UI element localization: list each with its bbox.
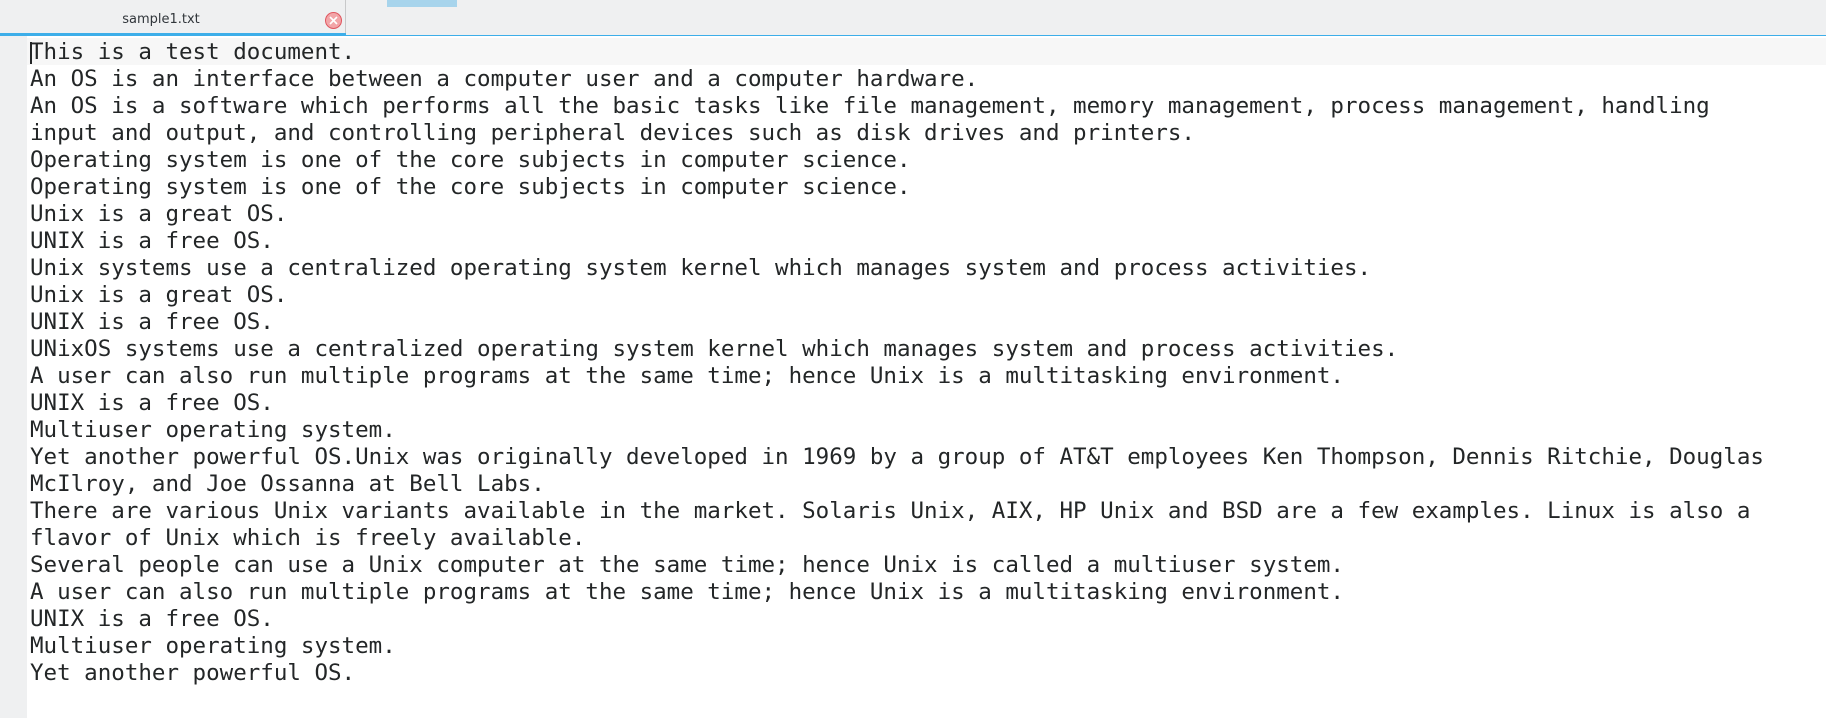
editor-gutter [0, 36, 27, 718]
tab-bar: sample1.txt [0, 0, 1826, 36]
document-line[interactable]: Several people can use a Unix computer a… [30, 552, 1820, 579]
text-editor[interactable]: This is a test document. An OS is an inte… [0, 36, 1826, 718]
tab-label: sample1.txt [122, 12, 200, 27]
document-line[interactable]: Operating system is one of the core subj… [30, 147, 1820, 174]
document-line[interactable]: Yet another powerful OS. [30, 660, 1820, 687]
close-tab-button[interactable] [325, 12, 342, 29]
document-line[interactable]: This is a test document. [30, 39, 1820, 66]
document-line[interactable]: UNIX is a free OS. [30, 606, 1820, 633]
document-line[interactable]: A user can also run multiple programs at… [30, 579, 1820, 606]
document-line[interactable]: UNIX is a free OS. [30, 228, 1820, 255]
document-line[interactable]: There are various Unix variants availabl… [30, 498, 1820, 525]
document-line[interactable]: UNixOS systems use a centralized operati… [30, 336, 1820, 363]
document-text[interactable]: This is a test document. An OS is an inte… [30, 39, 1820, 687]
document-line[interactable]: UNIX is a free OS. [30, 309, 1820, 336]
document-line[interactable]: UNIX is a free OS. [30, 390, 1820, 417]
document-line[interactable]: input and output, and controlling periph… [30, 120, 1820, 147]
document-line[interactable]: McIlroy, and Joe Ossanna at Bell Labs. [30, 471, 1820, 498]
document-line[interactable]: Yet another powerful OS.Unix was origina… [30, 444, 1820, 471]
document-line[interactable]: flavor of Unix which is freely available… [30, 525, 1820, 552]
document-line[interactable]: Operating system is one of the core subj… [30, 174, 1820, 201]
document-line[interactable]: An OS is an interface between a computer… [30, 66, 1820, 93]
document-line[interactable]: Multiuser operating system. [30, 633, 1820, 660]
text-cursor [30, 42, 32, 64]
document-line[interactable]: Unix is a great OS. [30, 201, 1820, 228]
document-line[interactable]: An OS is a software which performs all t… [30, 93, 1820, 120]
close-icon [329, 16, 338, 25]
tab-drop-marker [387, 0, 457, 7]
tab-sample1[interactable]: sample1.txt [0, 0, 346, 36]
document-line[interactable]: Unix is a great OS. [30, 282, 1820, 309]
document-line[interactable]: Multiuser operating system. [30, 417, 1820, 444]
document-line[interactable]: A user can also run multiple programs at… [30, 363, 1820, 390]
document-line[interactable]: Unix systems use a centralized operating… [30, 255, 1820, 282]
